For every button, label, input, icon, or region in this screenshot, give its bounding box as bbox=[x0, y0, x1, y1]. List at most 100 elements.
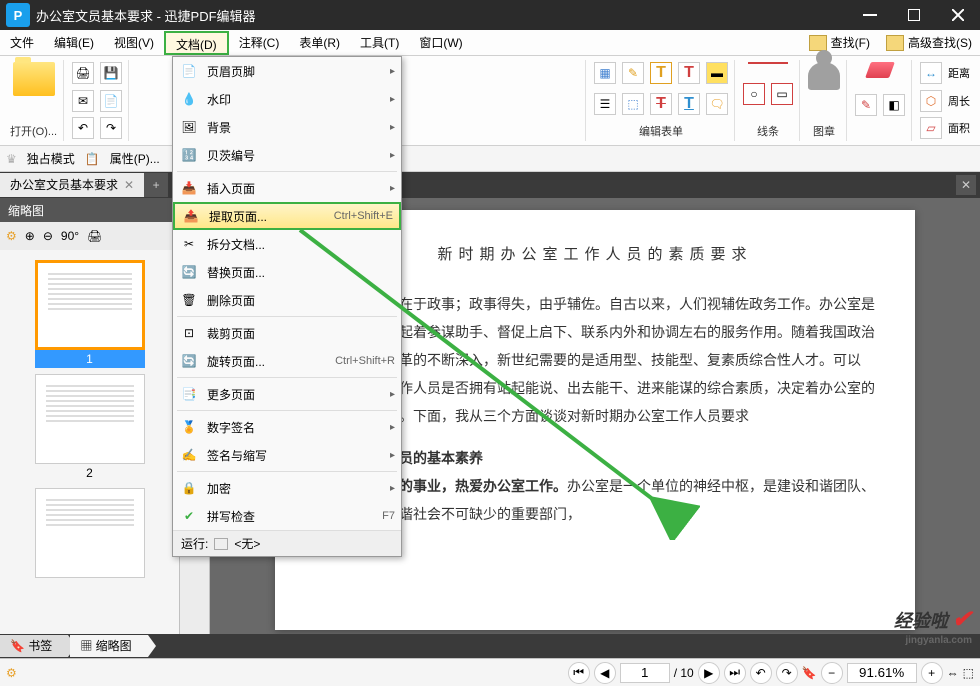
menu-more[interactable]: 📑更多页面▸ bbox=[173, 380, 401, 408]
menu-form[interactable]: 表单(R) bbox=[289, 31, 350, 55]
form-icon-2[interactable]: ✎ bbox=[622, 62, 644, 84]
find-button[interactable]: 查找(F) bbox=[801, 34, 878, 51]
perimeter-label: 周长 bbox=[948, 93, 970, 109]
last-page-button[interactable]: ⏭ bbox=[724, 662, 746, 684]
mail-icon[interactable]: ✉ bbox=[72, 90, 94, 112]
fit-width-icon[interactable]: ⇔ bbox=[947, 666, 959, 680]
doc-icon[interactable]: 📄 bbox=[100, 90, 122, 112]
note-icon[interactable]: 🗨 bbox=[706, 93, 728, 115]
sidebar-zoom-in-icon[interactable]: ⊕ bbox=[25, 229, 35, 243]
crown-icon: ♛ bbox=[6, 152, 17, 166]
bookmark-status-icon[interactable]: 🔖 bbox=[802, 666, 817, 680]
close-button[interactable] bbox=[936, 0, 980, 30]
highlight-icon[interactable]: ▬ bbox=[706, 62, 728, 84]
open-folder-icon[interactable] bbox=[13, 62, 55, 96]
menu-watermark[interactable]: 💧水印▸ bbox=[173, 85, 401, 113]
add-tab-button[interactable]: + bbox=[144, 173, 168, 197]
thumbnail-2[interactable]: 2 bbox=[35, 374, 145, 482]
menu-crop[interactable]: ⊡裁剪页面 bbox=[173, 319, 401, 347]
menu-bar: 文件 编辑(E) 视图(V) 文档(D) 注释(C) 表单(R) 工具(T) 窗… bbox=[0, 30, 980, 56]
menu-split[interactable]: ✂拆分文档... bbox=[173, 230, 401, 258]
zoom-in-button[interactable]: + bbox=[921, 662, 943, 684]
print-icon[interactable]: 🖨 bbox=[72, 62, 94, 84]
text-icon[interactable]: T bbox=[650, 62, 672, 84]
document-tab[interactable]: 办公室文员基本要求 ✕ bbox=[0, 173, 144, 197]
menu-rotate[interactable]: 🔄旋转页面...Ctrl+Shift+R bbox=[173, 347, 401, 375]
thumbnail-1[interactable]: 1 bbox=[35, 260, 145, 368]
first-page-button[interactable]: ⏮ bbox=[568, 662, 590, 684]
line-icon[interactable] bbox=[748, 62, 788, 64]
stamp-label: 图章 bbox=[813, 123, 835, 139]
distance-icon[interactable]: ↔ bbox=[920, 62, 942, 84]
back-button[interactable]: ↶ bbox=[750, 662, 772, 684]
menu-tool[interactable]: 工具(T) bbox=[350, 31, 409, 55]
thumbnail-tab[interactable]: ▦ 缩略图 bbox=[70, 635, 147, 657]
adv-find-button[interactable]: 高级查找(S) bbox=[878, 34, 980, 51]
strike-icon[interactable]: T bbox=[650, 93, 672, 115]
bookmark-label: 书签 bbox=[28, 639, 52, 653]
extract-page-icon: 📤 bbox=[181, 206, 201, 226]
menu-header-footer[interactable]: 📄页眉页脚▸ bbox=[173, 57, 401, 85]
menu-background[interactable]: 🖼背景▸ bbox=[173, 113, 401, 141]
thumbnail-3[interactable] bbox=[35, 488, 145, 578]
thumbnail-sidebar: 缩略图 ⚙ ⊕ ⊖ 90° 🖨 1 2 bbox=[0, 198, 180, 634]
page-input[interactable] bbox=[620, 663, 670, 683]
properties-button[interactable]: 属性(P)... bbox=[110, 150, 160, 167]
sidebar-rotate[interactable]: 90° bbox=[61, 229, 79, 243]
shape-icon-1[interactable]: ○ bbox=[743, 83, 765, 105]
menu-document[interactable]: 文档(D) bbox=[164, 31, 229, 55]
menu-file[interactable]: 文件 bbox=[0, 31, 44, 55]
form-group: ▦ ✎ T T ▬ ☰ ⬚ T T 🗨 编辑表单 bbox=[588, 60, 735, 141]
menu-bates[interactable]: 🔢贝茨编号▸ bbox=[173, 141, 401, 169]
minimize-button[interactable] bbox=[848, 0, 892, 30]
prev-page-button[interactable]: ◀ bbox=[594, 662, 616, 684]
menu-edit[interactable]: 编辑(E) bbox=[44, 31, 104, 55]
exclusive-mode[interactable]: 独占模式 bbox=[27, 150, 75, 167]
menu-encrypt[interactable]: 🔒加密▸ bbox=[173, 474, 401, 502]
form-icon-4[interactable]: ⬚ bbox=[622, 93, 644, 115]
shape-icon-2[interactable]: ▭ bbox=[771, 83, 793, 105]
fit-page-icon[interactable]: ⬚ bbox=[963, 666, 974, 680]
perimeter-icon[interactable]: ⬡ bbox=[920, 90, 942, 112]
measure-group: ↔距离 ⬡周长 ▱面积 bbox=[914, 60, 976, 141]
menu-footer: 运行: <无> bbox=[173, 530, 401, 556]
next-page-button[interactable]: ▶ bbox=[698, 662, 720, 684]
underline-icon[interactable]: T bbox=[678, 93, 700, 115]
eraser-icon[interactable] bbox=[865, 62, 895, 78]
sidebar-print-icon[interactable]: 🖨 bbox=[87, 229, 102, 243]
forward-button[interactable]: ↷ bbox=[776, 662, 798, 684]
crop-icon: ⊡ bbox=[179, 323, 199, 343]
menu-sign-abbr[interactable]: ✍签名与缩写▸ bbox=[173, 441, 401, 469]
sidebar-zoom-out-icon[interactable]: ⊖ bbox=[43, 229, 53, 243]
zoom-out-button[interactable]: − bbox=[821, 662, 843, 684]
bookmark-tab[interactable]: 🔖 书签 bbox=[0, 635, 68, 657]
eraser-icon-2[interactable]: ◧ bbox=[883, 94, 905, 116]
maximize-button[interactable] bbox=[892, 0, 936, 30]
save-icon[interactable]: 💾 bbox=[100, 62, 122, 84]
menu-insert-page[interactable]: 📥插入页面▸ bbox=[173, 174, 401, 202]
menu-window[interactable]: 窗口(W) bbox=[409, 31, 472, 55]
stamp-group: 图章 bbox=[802, 60, 847, 141]
window-title: 办公室文员基本要求 - 迅捷PDF编辑器 bbox=[36, 6, 848, 25]
menu-delete[interactable]: 🗑删除页面 bbox=[173, 286, 401, 314]
sidebar-gear-icon[interactable]: ⚙ bbox=[6, 229, 17, 243]
tab-close-panel[interactable]: ✕ bbox=[956, 175, 976, 195]
form-icon-3[interactable]: ☰ bbox=[594, 93, 616, 115]
tab-close-icon[interactable]: ✕ bbox=[124, 173, 134, 197]
menu-spell[interactable]: ✔拼写检查F7 bbox=[173, 502, 401, 530]
status-gear-icon[interactable]: ⚙ bbox=[6, 666, 17, 680]
menu-view[interactable]: 视图(V) bbox=[104, 31, 164, 55]
area-icon[interactable]: ▱ bbox=[920, 117, 942, 139]
zoom-input[interactable] bbox=[847, 663, 917, 683]
undo-icon[interactable]: ↶ bbox=[72, 117, 94, 139]
menu-replace[interactable]: 🔄替换页面... bbox=[173, 258, 401, 286]
text-icon-2[interactable]: T bbox=[678, 62, 700, 84]
form-icon-1[interactable]: ▦ bbox=[594, 62, 616, 84]
redo-icon[interactable]: ↷ bbox=[100, 117, 122, 139]
pencil-icon[interactable]: ✎ bbox=[855, 94, 877, 116]
menu-comment[interactable]: 注释(C) bbox=[229, 31, 290, 55]
menu-sign[interactable]: 🏅数字签名▸ bbox=[173, 413, 401, 441]
thumb-num-2: 2 bbox=[35, 464, 145, 482]
stamp-icon[interactable] bbox=[808, 62, 840, 90]
menu-extract-page[interactable]: 📤提取页面...Ctrl+Shift+E bbox=[173, 202, 401, 230]
